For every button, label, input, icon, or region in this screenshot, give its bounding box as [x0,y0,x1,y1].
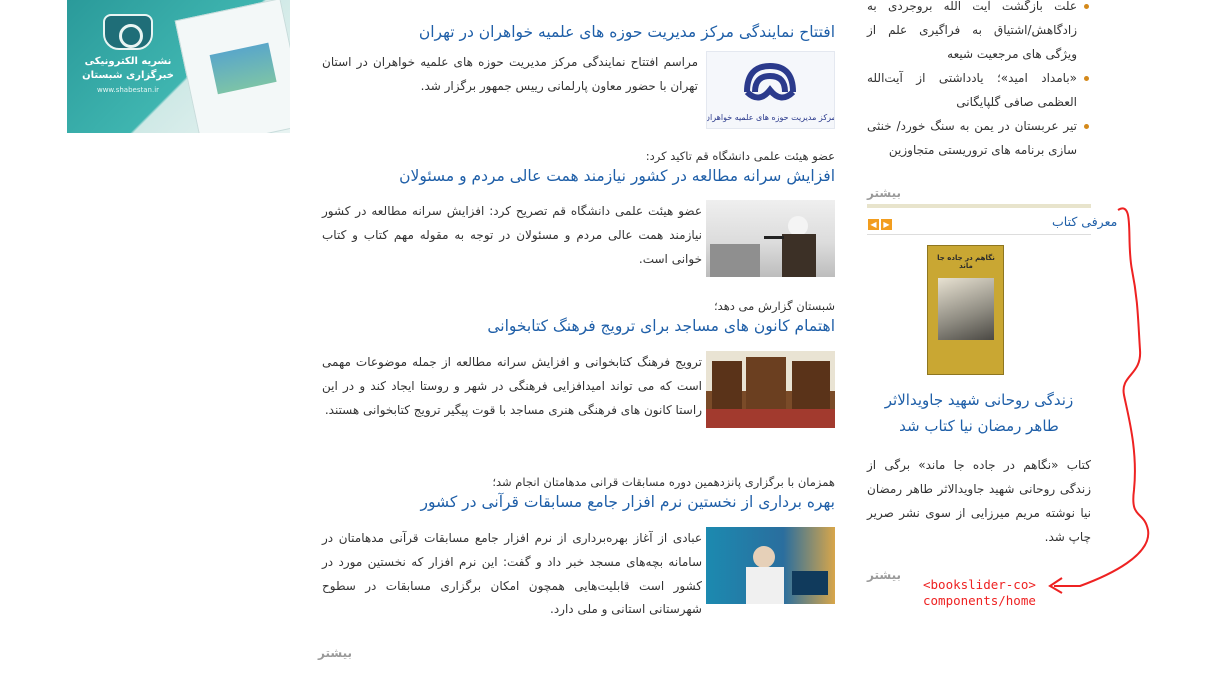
list-item[interactable]: علت بازگشت آیت الله بروجردی به زادگاهش/ا… [867,0,1091,66]
news-more-link[interactable]: بیشتر [318,646,352,660]
news-summary: ترویج فرهنگ کتابخوانی و افزایش سرانه مطا… [322,355,702,417]
book-cover-title: نگاهم در جاده جا ماند [937,254,995,270]
news-lead: شبستان گزارش می دهد؛ [714,299,835,313]
news-item: افتتاح نمایندگی مرکز مدیریت حوزه های علم… [318,20,836,132]
annotation-line1: <bookslider-co> [923,577,1036,592]
shabestan-banner[interactable]: نشریه الکترونیکی خبرگزاری شبستان www.sha… [67,0,290,133]
annotation-arrow-icon [1048,207,1150,594]
news-summary: عضو هیئت علمی دانشگاه قم تصریح کرد: افزا… [322,204,702,266]
news-thumbnail[interactable] [706,527,835,604]
thumb-caption: مرکز مدیریت حوزه های علمیه خواهران [707,113,834,122]
news-item: همزمان با برگزاری پانزدهمین دوره مسابقات… [318,474,835,624]
news-item: عضو هیئت علمی دانشگاه قم تاکید کرد: افزا… [318,148,835,278]
news-item: شبستان گزارش می دهد؛ اهتمام کانون های مس… [318,298,835,448]
news-thumbnail[interactable] [706,351,835,428]
book-cover[interactable]: نگاهم در جاده جا ماند [927,245,1004,375]
news-lead: همزمان با برگزاری پانزدهمین دوره مسابقات… [492,475,835,489]
news-lead: عضو هیئت علمی دانشگاه قم تاکید کرد: [645,149,835,163]
banner-line1: نشریه الکترونیکی [84,56,172,67]
hozeh-logo-icon: مرکز مدیریت حوزه های علمیه خواهران [704,62,836,122]
list-item[interactable]: تیر عربستان در یمن به سنگ خورد/ خنثی ساز… [867,114,1091,162]
news-title[interactable]: افزایش سرانه مطالعه در کشور نیازمند همت … [318,164,835,188]
shabestan-logo-icon [103,14,153,50]
news-title[interactable]: افتتاح نمایندگی مرکز مدیریت حوزه های علم… [318,20,835,44]
banner-line2: خبرگزاری شبستان [82,70,174,81]
news-thumbnail[interactable]: مرکز مدیریت حوزه های علمیه خواهران [704,51,836,129]
news-title[interactable]: اهتمام کانون های مساجد برای ترویج فرهنگ … [318,314,835,338]
annotation-line2: components/home [923,593,1036,608]
news-title[interactable]: بهره برداری از نخستین نرم افزار جامع مسا… [318,490,835,514]
book-more-link[interactable]: بیشتر [867,568,901,582]
newsletter-page-image [174,0,290,133]
news-thumbnail[interactable] [706,200,835,277]
banner-url: www.shabestan.ir [96,86,160,94]
news-summary: عبادی از آغاز بهره‌برداری از نرم افزار ج… [322,531,702,617]
component-annotation: <bookslider-co> components/home [923,577,1036,609]
news-summary: مراسم افتتاح نمایندگی مرکز مدیریت حوزه ه… [322,55,698,93]
sidebar-more-link[interactable]: بیشتر [867,186,901,200]
book-cover-photo [938,278,994,340]
sidebar-news-list: علت بازگشت آیت الله بروجردی به زادگاهش/ا… [867,0,1091,162]
slider-prev-button[interactable]: ◀ [868,219,879,230]
slider-next-button[interactable]: ▶ [881,219,892,230]
list-item[interactable]: «بامداد امید»؛ یادداشتی از آیت‌الله العظ… [867,66,1091,114]
